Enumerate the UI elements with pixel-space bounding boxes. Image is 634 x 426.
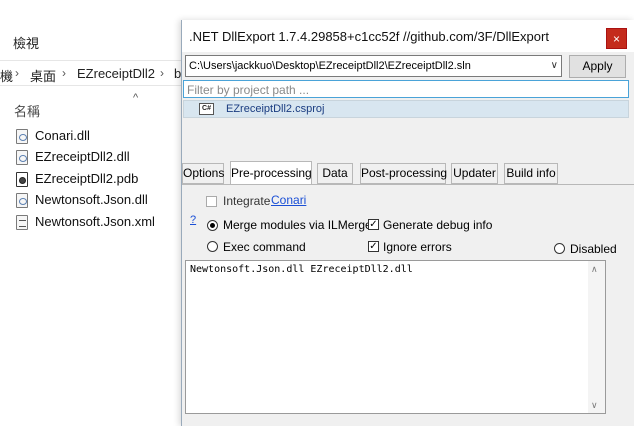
exec-command-label: Exec command [223,240,306,254]
pdb-file-icon [16,172,28,187]
explorer-view-menu[interactable]: 檢視 [13,33,39,52]
breadcrumb-item-folder[interactable]: EZreceiptDll2 [77,66,155,81]
vertical-scrollbar[interactable]: ∧ ∨ [588,261,605,413]
chevron-right-icon: › [62,66,66,80]
breadcrumb: 機 › 桌面 › EZreceiptDll2 › b [0,60,200,86]
breadcrumb-item-desktop[interactable]: 桌面 [30,66,56,85]
screen: 檢視 機 › 桌面 › EZreceiptDll2 › b ^ 名稱 Conar… [0,0,634,426]
scroll-up-icon[interactable]: ∧ [591,264,598,275]
disabled-radio[interactable] [554,243,565,254]
window-title: .NET DllExport 1.7.4.29858+c1cc52f //git… [189,29,549,44]
tab-pre-processing[interactable]: Pre-processing [230,161,312,185]
chevron-right-icon: › [160,66,164,80]
dll-file-icon [16,129,28,144]
ignore-errors-label: Ignore errors [383,240,452,254]
exec-command-radio[interactable] [207,241,218,252]
file-name: Newtonsoft.Json.dll [35,192,148,207]
integrate-label: Integrate [223,194,271,208]
dll-file-icon [16,193,28,208]
merge-modules-label: Merge modules via ILMerge [223,218,372,232]
tab-build-info[interactable]: Build info [504,163,558,184]
csharp-project-icon: C# [199,103,214,115]
help-link[interactable]: ? [190,214,196,226]
chevron-right-icon: › [15,66,19,80]
close-button[interactable]: × [606,28,627,49]
tab-strip: Options Pre-processing Data Post-process… [182,161,634,185]
solution-path-combobox[interactable]: C:\Users\jackkuo\Desktop\EZreceiptDll2\E… [185,55,562,77]
integrate-checkbox[interactable] [206,196,217,207]
apply-button[interactable]: Apply [569,55,626,78]
project-name: EZreceiptDll2.csproj [226,103,325,115]
tab-post-processing[interactable]: Post-processing [360,163,447,184]
command-text: Newtonsoft.Json.dll EZreceiptDll2.dll [190,264,413,275]
disabled-label: Disabled [570,242,617,256]
file-name: EZreceiptDll2.pdb [35,171,139,186]
merge-modules-radio[interactable] [207,220,218,231]
conari-link[interactable]: Conari [271,193,306,207]
ignore-errors-checkbox[interactable]: ✓ [368,241,379,252]
sort-up-icon: ^ [133,92,139,104]
title-bar[interactable]: .NET DllExport 1.7.4.29858+c1cc52f //git… [182,20,634,52]
chevron-down-icon[interactable]: ∨ [551,60,558,71]
generate-debug-label: Generate debug info [383,218,493,232]
breadcrumb-item-pc[interactable]: 機 [0,66,13,85]
file-name: EZreceiptDll2.dll [35,149,130,164]
dll-file-icon [16,150,28,165]
column-header-name[interactable]: 名稱 [14,101,40,120]
tab-data[interactable]: Data [317,163,353,184]
command-textarea[interactable]: Newtonsoft.Json.dll EZreceiptDll2.dll ∧ … [185,260,606,414]
file-name: Newtonsoft.Json.xml [35,214,155,229]
solution-path-value: C:\Users\jackkuo\Desktop\EZreceiptDll2\E… [189,60,471,72]
file-name: Conari.dll [35,128,90,143]
xml-file-icon [16,215,28,230]
filter-input[interactable]: Filter by project path ... [183,80,629,98]
tab-updater[interactable]: Updater [451,163,498,184]
filter-placeholder: Filter by project path ... [187,83,310,97]
generate-debug-checkbox[interactable]: ✓ [368,219,379,230]
scroll-down-icon[interactable]: ∨ [591,400,598,411]
project-list-item[interactable]: C# EZreceiptDll2.csproj [183,100,629,118]
tab-options[interactable]: Options [182,163,224,184]
dllexport-dialog: .NET DllExport 1.7.4.29858+c1cc52f //git… [181,20,634,426]
